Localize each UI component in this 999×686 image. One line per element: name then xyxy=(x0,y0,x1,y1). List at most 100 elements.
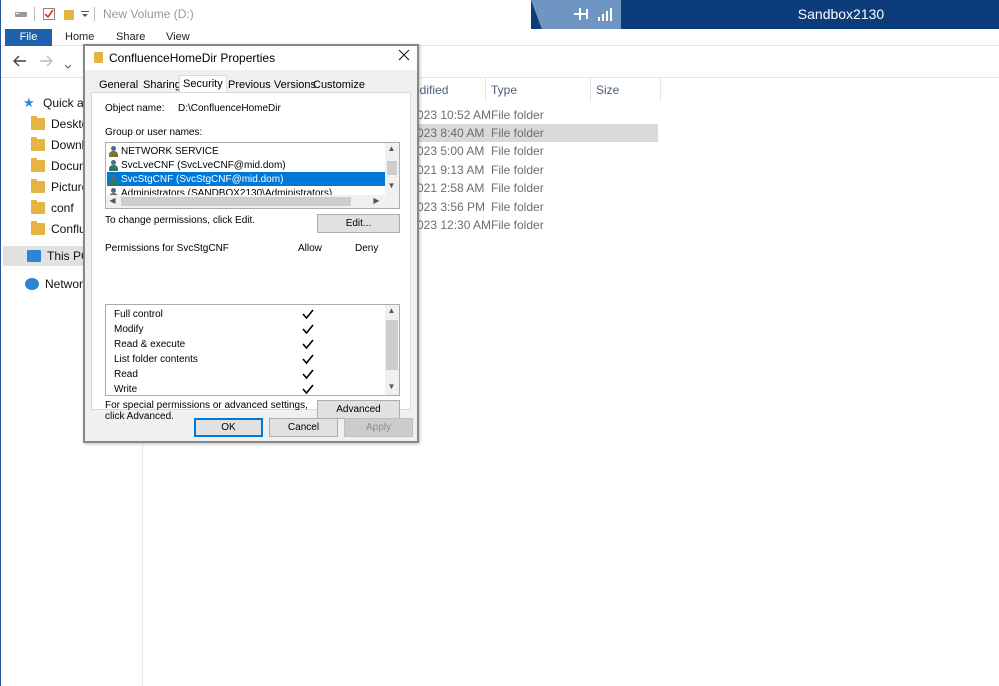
tab-customize[interactable]: Customize xyxy=(310,78,368,92)
divider xyxy=(34,7,35,21)
permissions-for-label: Permissions for SvcStgCNF xyxy=(105,243,229,254)
properties-dialog: ConfluenceHomeDir Properties General Sha… xyxy=(83,44,419,443)
column-header-type[interactable]: Type xyxy=(491,83,517,97)
cell-type: File folder xyxy=(491,108,544,122)
tab-general[interactable]: General xyxy=(96,78,141,92)
column-divider[interactable] xyxy=(590,78,591,102)
tab-home[interactable]: Home xyxy=(65,31,94,43)
tab-sharing[interactable]: Sharing xyxy=(140,78,184,92)
users-list[interactable]: NETWORK SERVICE SvcLveCNF (SvcLveCNF@mid… xyxy=(105,142,400,209)
scrollbar-thumb[interactable] xyxy=(387,161,397,175)
users-horizontal-scrollbar[interactable]: ◀ ▶ xyxy=(106,195,385,208)
permission-row: Read xyxy=(106,368,386,383)
permissions-list[interactable]: Full control Modify Read & execute List … xyxy=(105,304,400,396)
cell-modified: 023 10:52 AM xyxy=(417,108,492,122)
deny-header: Deny xyxy=(355,243,379,254)
user-icon xyxy=(108,173,119,185)
ok-button[interactable]: OK xyxy=(194,418,263,437)
forward-arrow-icon[interactable] xyxy=(39,54,53,70)
folder-icon xyxy=(31,116,45,130)
folder-icon xyxy=(31,221,45,235)
permissions-scrollbar[interactable]: ▲ ▼ xyxy=(385,305,399,395)
signal-strength-icon xyxy=(598,5,614,21)
check-icon xyxy=(302,324,314,335)
pin-icon[interactable] xyxy=(572,5,592,23)
tab-file[interactable]: File xyxy=(5,29,52,46)
folder-icon xyxy=(31,200,45,214)
permission-name: Read xyxy=(114,369,138,380)
permission-name: Read & execute xyxy=(114,339,186,350)
group-names-label: Group or user names: xyxy=(105,127,203,138)
properties-icon[interactable] xyxy=(42,7,56,21)
user-name: NETWORK SERVICE xyxy=(121,145,219,157)
permission-row: Modify xyxy=(106,323,386,338)
edit-button[interactable]: Edit... xyxy=(317,214,400,233)
scroll-down-icon[interactable]: ▼ xyxy=(385,382,398,391)
column-divider[interactable] xyxy=(485,78,486,102)
user-icon xyxy=(108,159,119,171)
allow-header: Allow xyxy=(298,243,322,254)
object-name-value: D:\ConfluenceHomeDir xyxy=(178,103,281,114)
tab-security[interactable]: Security xyxy=(179,75,227,93)
scroll-right-icon[interactable]: ▶ xyxy=(370,196,383,205)
close-icon xyxy=(398,49,410,61)
scroll-left-icon[interactable]: ◀ xyxy=(106,196,119,205)
list-item[interactable]: SvcLveCNF (SvcLveCNF@mid.dom) xyxy=(107,158,385,172)
scroll-up-icon[interactable]: ▲ xyxy=(385,144,398,153)
cell-modified: 023 3:56 PM xyxy=(417,200,486,214)
cell-modified: 021 9:13 AM xyxy=(417,163,485,177)
customize-qat-icon[interactable] xyxy=(80,7,90,21)
pc-icon xyxy=(27,250,41,262)
sidebar-item-label: conf xyxy=(51,201,74,215)
change-permissions-hint: To change permissions, click Edit. xyxy=(105,215,256,226)
permission-name: Modify xyxy=(114,324,144,335)
check-icon xyxy=(302,354,314,365)
object-name-label: Object name: xyxy=(105,103,165,114)
column-header-size[interactable]: Size xyxy=(596,83,619,97)
group-icon xyxy=(108,145,119,157)
advanced-button[interactable]: Advanced xyxy=(317,400,400,419)
drive-icon[interactable] xyxy=(13,7,29,21)
special-permissions-hint-1: For special permissions or advanced sett… xyxy=(105,400,308,411)
permission-row: List folder contents xyxy=(106,353,386,368)
close-button[interactable] xyxy=(392,47,416,67)
scroll-down-icon[interactable]: ▼ xyxy=(385,181,398,190)
list-item[interactable]: SvcStgCNF (SvcStgCNF@mid.dom) xyxy=(107,172,385,186)
list-item[interactable]: NETWORK SERVICE xyxy=(107,144,385,158)
scrollbar-thumb[interactable] xyxy=(121,197,351,206)
cell-type: File folder xyxy=(491,163,544,177)
tab-view[interactable]: View xyxy=(166,31,190,43)
user-name: SvcStgCNF (SvcStgCNF@mid.dom) xyxy=(121,173,284,185)
folder-icon xyxy=(31,158,45,172)
tab-share[interactable]: Share xyxy=(116,31,145,43)
recent-locations-icon[interactable] xyxy=(64,57,72,73)
column-divider[interactable] xyxy=(660,78,661,102)
window-title: New Volume (D:) xyxy=(103,7,194,21)
user-name: SvcLveCNF (SvcLveCNF@mid.dom) xyxy=(121,159,286,171)
new-folder-icon[interactable] xyxy=(63,7,75,21)
scrollbar-thumb[interactable] xyxy=(386,320,398,370)
dialog-title-bar[interactable]: ConfluenceHomeDir Properties xyxy=(85,46,417,70)
cell-modified: 023 8:40 AM xyxy=(417,126,485,140)
title-bar: New Volume (D:) Sandbox2130 xyxy=(1,0,999,29)
cell-type: File folder xyxy=(491,218,544,232)
cell-modified: 023 12:30 AM xyxy=(417,218,492,232)
cell-type: File folder xyxy=(491,126,544,140)
folder-icon xyxy=(94,52,103,63)
users-vertical-scrollbar[interactable]: ▲ ▼ xyxy=(385,143,399,195)
cell-modified: 023 5:00 AM xyxy=(417,144,485,158)
scroll-up-icon[interactable]: ▲ xyxy=(385,306,398,315)
cell-type: File folder xyxy=(491,181,544,195)
permission-row: Full control xyxy=(106,308,386,323)
permission-name: Full control xyxy=(114,309,163,320)
tab-previous-versions[interactable]: Previous Versions xyxy=(225,78,319,92)
check-icon xyxy=(302,339,314,350)
permission-row: Read & execute xyxy=(106,338,386,353)
apply-button[interactable]: Apply xyxy=(344,418,413,437)
divider xyxy=(94,7,95,21)
cell-type: File folder xyxy=(491,144,544,158)
permission-name: List folder contents xyxy=(114,354,198,365)
scrollbar-corner xyxy=(385,195,399,208)
back-arrow-icon[interactable] xyxy=(13,54,27,70)
cancel-button[interactable]: Cancel xyxy=(269,418,338,437)
